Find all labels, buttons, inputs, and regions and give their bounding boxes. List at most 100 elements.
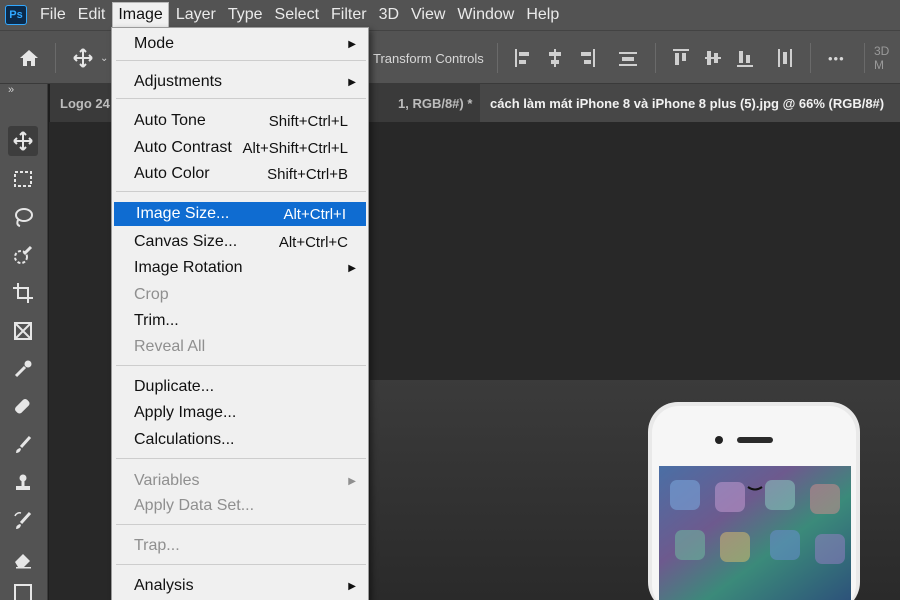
menu-separator — [116, 458, 366, 459]
menu-item-label: Apply Data Set... — [134, 497, 255, 514]
clone-stamp-tool-icon[interactable] — [8, 468, 38, 498]
menu-item-label: Mode — [134, 35, 175, 52]
menu-item-label: Adjustments — [134, 73, 223, 90]
menu-item-auto-tone[interactable]: Auto Tone Shift+Ctrl+L — [112, 109, 368, 133]
menu-item-label: Image Size... — [136, 205, 230, 222]
menu-item-label: Canvas Size... — [134, 233, 238, 250]
menu-bar: Ps File Edit Image Layer Type Select Fil… — [0, 0, 900, 30]
divider — [497, 43, 498, 73]
align-bottom-icon[interactable] — [736, 31, 754, 85]
history-brush-tool-icon[interactable] — [8, 506, 38, 536]
menu-item-label: Trap... — [134, 537, 180, 554]
move-tool-icon[interactable] — [8, 126, 38, 156]
distribute-icon[interactable] — [618, 31, 638, 85]
tab-active-document[interactable]: cách làm mát iPhone 8 và iPhone 8 plus (… — [480, 84, 900, 122]
menu-3d[interactable]: 3D — [374, 2, 404, 28]
menu-filter[interactable]: Filter — [326, 2, 372, 28]
align-right-icon[interactable] — [578, 31, 596, 85]
menu-item-label: Image Rotation — [134, 259, 243, 276]
menu-layer[interactable]: Layer — [171, 2, 221, 28]
divider — [55, 43, 56, 73]
home-icon[interactable] — [18, 31, 40, 85]
iphone-image — [648, 402, 860, 600]
align-center-icon[interactable] — [546, 31, 564, 85]
tab-label: cách làm mát iPhone 8 và iPhone 8 plus (… — [490, 95, 885, 111]
lasso-tool-icon[interactable] — [8, 202, 38, 232]
menu-item-label: Calculations... — [134, 431, 235, 448]
menu-edit[interactable]: Edit — [73, 2, 111, 28]
3d-mode-label: 3D M — [874, 44, 890, 72]
transform-controls-label[interactable]: Transform Controls — [373, 31, 484, 85]
menu-file[interactable]: File — [35, 2, 71, 28]
menu-item-apply-data-set: Apply Data Set... — [112, 494, 368, 518]
tab-document-2[interactable]: 1, RGB/8#) * × — [370, 84, 488, 122]
quick-selection-tool-icon[interactable] — [8, 240, 38, 270]
chevron-down-icon[interactable]: ⌄ — [100, 31, 108, 85]
menu-item-label: Apply Image... — [134, 404, 237, 421]
align-top-icon[interactable] — [672, 31, 690, 85]
menu-image[interactable]: Image — [112, 2, 169, 28]
submenu-arrow-icon: ▶ — [348, 580, 356, 592]
menu-select[interactable]: Select — [270, 2, 324, 28]
menu-item-label: Auto Tone — [134, 112, 206, 129]
menu-separator — [116, 365, 366, 366]
menu-item-shortcut: Shift+Ctrl+L — [268, 112, 348, 130]
tab-label: Logo 24 — [60, 95, 110, 111]
menu-item-canvas-size[interactable]: Canvas Size... Alt+Ctrl+C — [112, 230, 368, 254]
tab-logo[interactable]: Logo 24 — [60, 84, 110, 122]
menu-item-mode[interactable]: Mode ▶ — [112, 32, 368, 56]
distribute-vertical-icon[interactable] — [776, 31, 794, 85]
menu-item-adjustments[interactable]: Adjustments ▶ — [112, 70, 368, 94]
menu-item-analysis[interactable]: Analysis ▶ — [112, 574, 368, 598]
submenu-arrow-icon: ▶ — [348, 76, 356, 88]
submenu-arrow-icon: ▶ — [348, 262, 356, 274]
menu-item-label: Reveal All — [134, 338, 206, 355]
eyedropper-tool-icon[interactable] — [8, 354, 38, 384]
menu-separator — [116, 564, 366, 565]
menu-item-label: Crop — [134, 286, 169, 303]
menu-separator — [116, 98, 366, 99]
menu-separator — [116, 524, 366, 525]
menu-item-auto-color[interactable]: Auto Color Shift+Ctrl+B — [112, 162, 368, 186]
align-middle-icon[interactable] — [704, 31, 722, 85]
tab-label: 1, RGB/8#) * — [397, 95, 473, 111]
menu-item-label: Auto Color — [134, 165, 210, 182]
menu-item-label: Analysis — [134, 577, 194, 594]
menu-item-calculations[interactable]: Calculations... — [112, 428, 368, 452]
menu-item-image-rotation[interactable]: Image Rotation ▶ — [112, 256, 368, 280]
menu-item-label: Variables — [134, 472, 200, 489]
healing-brush-tool-icon[interactable] — [8, 392, 38, 422]
menu-item-label: Auto Contrast — [134, 139, 232, 156]
divider — [810, 43, 811, 73]
divider — [655, 43, 656, 73]
menu-separator — [116, 60, 366, 61]
submenu-arrow-icon: ▶ — [348, 38, 356, 50]
more-options-icon[interactable]: ••• — [828, 31, 845, 85]
menu-window[interactable]: Window — [452, 2, 519, 28]
menu-item-crop: Crop — [112, 283, 368, 307]
menu-item-shortcut: Alt+Ctrl+I — [283, 205, 346, 223]
menu-item-image-size[interactable]: Image Size... Alt+Ctrl+I — [114, 202, 366, 226]
menu-item-shortcut: Alt+Ctrl+C — [278, 233, 348, 251]
crop-tool-icon[interactable] — [8, 278, 38, 308]
menu-view[interactable]: View — [406, 2, 450, 28]
menu-help[interactable]: Help — [521, 2, 564, 28]
photoshop-logo: Ps — [5, 5, 27, 25]
menu-item-duplicate[interactable]: Duplicate... — [112, 375, 368, 399]
document-photo — [370, 380, 900, 600]
move-tool-icon[interactable] — [72, 31, 94, 85]
menu-item-trim[interactable]: Trim... — [112, 309, 368, 333]
align-left-icon[interactable] — [514, 31, 532, 85]
menu-type[interactable]: Type — [223, 2, 268, 28]
menu-item-apply-image[interactable]: Apply Image... — [112, 401, 368, 425]
collapse-panel-icon[interactable]: » — [8, 84, 14, 96]
gradient-tool-icon[interactable] — [8, 578, 38, 600]
marquee-tool-icon[interactable] — [8, 164, 38, 194]
menu-item-reveal-all: Reveal All — [112, 335, 368, 359]
menu-separator — [116, 191, 366, 192]
menu-item-auto-contrast[interactable]: Auto Contrast Alt+Shift+Ctrl+L — [112, 136, 368, 160]
eraser-tool-icon[interactable] — [8, 544, 38, 574]
frame-tool-icon[interactable] — [8, 316, 38, 346]
brush-tool-icon[interactable] — [8, 430, 38, 460]
image-menu-dropdown: Mode ▶ Adjustments ▶ Auto Tone Shift+Ctr… — [111, 27, 369, 600]
